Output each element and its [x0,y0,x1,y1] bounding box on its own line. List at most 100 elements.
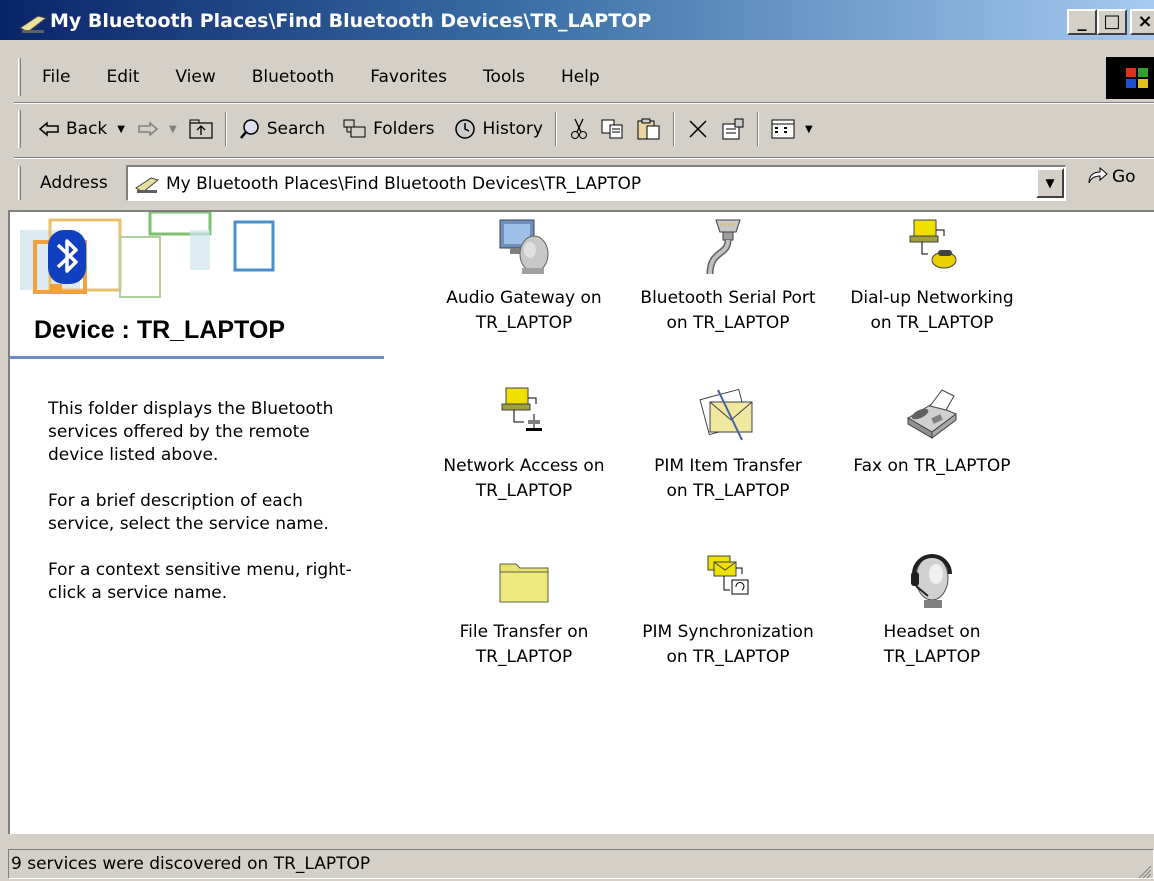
maximize-button[interactable]: □ [1097,9,1127,35]
service-label: TR_LAPTOP [475,647,573,667]
search-button[interactable]: Search [233,112,331,146]
service-audio-gateway[interactable]: Audio Gateway on TR_LAPTOP [424,216,624,336]
back-arrow-icon [38,121,59,137]
minimize-button[interactable]: _ [1067,9,1097,35]
toolbar-separator [756,112,759,146]
views-icon [771,119,795,139]
title-bar[interactable]: My Bluetooth Places\Find Bluetooth Devic… [0,0,1154,40]
service-label: on TR_LAPTOP [666,481,790,501]
bluetooth-places-icon [19,15,48,33]
content-pane: Device : TR_LAPTOP This folder displays … [8,210,1154,834]
service-label: TR_LAPTOP [475,481,573,501]
copy-icon [601,119,623,139]
service-fax[interactable]: Fax on TR_LAPTOP [832,384,1032,479]
menu-bar: File Edit View Bluetooth Favorites Tools… [14,56,614,98]
pim-sync-icon [707,555,749,595]
windows-logo-icon [1106,57,1154,99]
paste-icon [637,118,660,140]
toolbar-separator [672,112,675,146]
service-label: Headset on [883,622,981,642]
service-label: Network Access on [443,456,605,476]
title-underline [10,356,384,359]
address-value: My Bluetooth Places\Find Bluetooth Devic… [166,173,642,194]
menu-tools[interactable]: Tools [461,67,539,87]
info-panel: Device : TR_LAPTOP This folder displays … [10,212,392,832]
window-title: My Bluetooth Places\Find Bluetooth Devic… [50,10,652,32]
folders-icon [343,119,366,138]
service-label: PIM Item Transfer [654,456,802,476]
service-pim-synchronization[interactable]: PIM Synchronization on TR_LAPTOP [628,550,828,670]
service-dialup-networking[interactable]: Dial-up Networking on TR_LAPTOP [832,216,1032,336]
views-dropdown-icon[interactable]: ▼ [805,124,813,135]
forward-arrow-icon [138,121,159,137]
description-paragraph: For a brief description of each service,… [48,491,329,534]
paste-button[interactable] [631,112,667,146]
dropdown-arrow-icon: ▼ [1045,176,1055,190]
service-label: on TR_LAPTOP [666,647,790,667]
network-access-icon [501,387,542,431]
status-bar: 9 services were discovered on TR_LAPTOP [8,846,1154,881]
views-button[interactable]: ▼ [765,112,819,146]
copy-button[interactable] [595,112,631,146]
service-label: Audio Gateway on [446,288,602,308]
toolbar-separator [554,112,557,146]
folder-icon [499,563,549,603]
service-label: TR_LAPTOP [475,313,573,333]
menu-bluetooth[interactable]: Bluetooth [230,67,349,87]
service-label: File Transfer on [459,622,589,642]
status-panel: 9 services were discovered on TR_LAPTOP [8,848,1154,879]
properties-icon [722,118,744,140]
service-serial-port[interactable]: Bluetooth Serial Port on TR_LAPTOP [628,216,828,336]
address-bar: Address My Bluetooth Places\Find Bluetoo… [14,163,1154,203]
menu-edit[interactable]: Edit [84,67,153,87]
service-label: PIM Synchronization [642,622,814,642]
description-paragraph: This folder displays the Bluetooth servi… [48,399,334,465]
bluetooth-banner [10,212,392,322]
service-file-transfer[interactable]: File Transfer on TR_LAPTOP [424,550,624,670]
up-folder-button[interactable] [183,112,219,146]
search-icon [239,119,259,139]
headset-icon [911,554,952,608]
address-dropdown-button[interactable]: ▼ [1036,168,1064,198]
service-label: TR_LAPTOP [883,647,981,667]
address-label: Address [40,173,108,193]
forward-dropdown-icon[interactable]: ▼ [169,124,177,135]
pim-transfer-icon [699,388,753,441]
history-icon [454,119,475,139]
cut-button[interactable] [563,112,595,146]
menu-view[interactable]: View [153,67,229,87]
service-headset[interactable]: Headset on TR_LAPTOP [832,550,1032,670]
service-label: Dial-up Networking [850,288,1014,308]
audio-gateway-icon [499,219,549,274]
service-label: on TR_LAPTOP [666,313,790,333]
resize-grip-icon[interactable] [1136,863,1152,879]
folders-button[interactable]: Folders [337,112,440,146]
standard-toolbar: Back ▼ ▼ Search Folders History ▼ [14,107,819,151]
history-button[interactable]: History [447,112,549,146]
address-input[interactable]: My Bluetooth Places\Find Bluetooth Devic… [126,165,1066,201]
dialup-networking-icon [909,219,957,269]
divider [14,157,1154,159]
panel-description: This folder displays the Bluetooth servi… [48,398,368,628]
up-folder-icon [189,119,213,139]
back-button[interactable]: Back ▼ [32,112,131,146]
device-title: Device : TR_LAPTOP [34,316,286,344]
menu-favorites[interactable]: Favorites [348,67,461,87]
go-button[interactable]: Go [1086,167,1136,187]
bluetooth-logo-icon [48,230,86,284]
close-button[interactable]: × [1130,9,1154,35]
go-arrow-icon [1088,167,1108,184]
service-pim-item-transfer[interactable]: PIM Item Transfer on TR_LAPTOP [628,384,828,504]
menu-help[interactable]: Help [539,67,614,87]
back-dropdown-icon[interactable]: ▼ [117,124,125,135]
delete-button[interactable] [681,112,715,146]
fax-icon [907,389,957,439]
toolbar-separator [224,112,227,146]
serial-port-icon [706,219,741,275]
divider [14,102,1154,104]
forward-button[interactable]: ▼ [131,112,183,146]
service-network-access[interactable]: Network Access on TR_LAPTOP [424,384,624,504]
menu-file[interactable]: File [14,67,84,87]
properties-button[interactable] [715,112,751,146]
service-label: Fax on TR_LAPTOP [853,456,1011,476]
